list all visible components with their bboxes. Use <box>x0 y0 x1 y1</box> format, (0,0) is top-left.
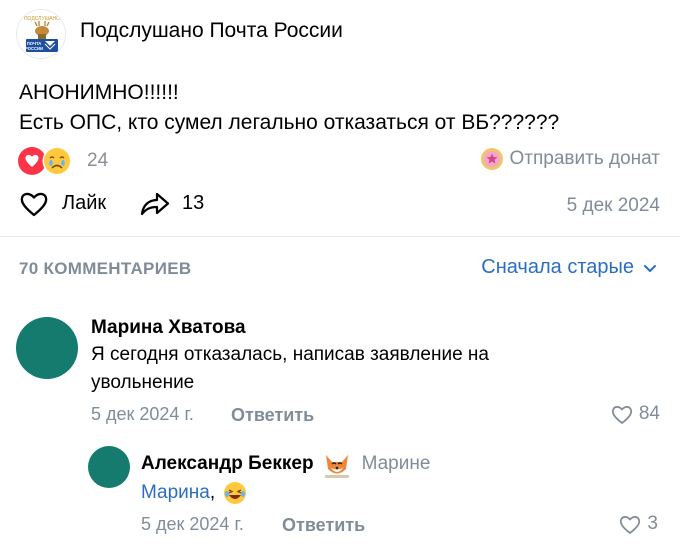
avatar[interactable] <box>88 446 130 488</box>
comment-like-button[interactable]: 3 <box>617 512 658 536</box>
share-button[interactable]: 13 <box>138 188 204 218</box>
crying-emoji-icon <box>42 146 72 176</box>
divider <box>0 236 680 237</box>
comment-text: Марина , <box>141 479 247 507</box>
comment-like-count: 3 <box>647 513 658 534</box>
heart-reaction-icon <box>18 147 46 175</box>
comment-author[interactable]: Александр Беккер <box>141 453 314 475</box>
comment-author[interactable]: Марина Хватова <box>91 317 246 339</box>
comments-count: 70 КОММЕНТАРИЕВ <box>19 259 192 278</box>
chevron-down-icon <box>644 264 656 272</box>
reply-header: Александр Беккер Марине <box>141 449 430 479</box>
donate-label: Отправить донат <box>509 148 661 169</box>
post-text-line: АНОНИМНО!!!!!! <box>19 81 179 104</box>
comment-like-heart-icon <box>611 406 632 424</box>
mention-link[interactable]: Марина <box>141 479 210 507</box>
post-date: 5 дек 2024 <box>566 195 660 216</box>
comment-text-line: Я сегодня отказалась, написав заявление … <box>91 344 489 365</box>
like-button[interactable]: Лайк <box>18 188 106 218</box>
donate-button[interactable]: Отправить донат <box>480 147 661 171</box>
share-arrow-icon <box>140 192 170 216</box>
post-text: АНОНИМНО!!!!!! Есть ОПС, кто сумел легал… <box>19 78 559 138</box>
post-text-line: Есть ОПС, кто сумел легально отказаться … <box>19 111 560 134</box>
group-avatar[interactable]: ПОДСЛУШАНО ПОЧТА РОССИИ <box>16 9 66 59</box>
sort-dropdown[interactable]: Сначала старые <box>481 256 660 279</box>
reactions-icons <box>18 146 72 176</box>
comment-like-button[interactable]: 84 <box>609 402 660 426</box>
comment-text-suffix: , <box>209 482 216 503</box>
donate-coin-icon <box>480 148 503 170</box>
comment-like-count: 84 <box>638 403 660 424</box>
fox-sticker-icon <box>324 455 349 478</box>
group-name[interactable]: Подслушано Почта России <box>80 19 343 43</box>
group-logo-icon: ПОДСЛУШАНО ПОЧТА РОССИИ <box>17 10 65 58</box>
like-label: Лайк <box>62 191 107 214</box>
logo-text-bottom: РОССИИ <box>25 46 43 51</box>
comment-date: 5 дек 2024 г. <box>141 514 244 534</box>
reactions-summary[interactable]: 24 <box>17 146 108 176</box>
like-heart-icon <box>20 192 48 217</box>
share-count: 13 <box>182 191 205 214</box>
avatar[interactable] <box>16 317 78 379</box>
comment-text: Я сегодня отказалась, написав заявление … <box>91 341 489 397</box>
logo-banner: ПОДСЛУШАНО <box>24 16 60 22</box>
reactions-count: 24 <box>87 150 109 171</box>
reply-to-label[interactable]: Марине <box>362 453 431 475</box>
reply-button[interactable]: Ответить <box>282 515 365 536</box>
comment-text-line: увольнение <box>91 372 195 393</box>
laughing-emoji-icon <box>224 482 247 504</box>
sort-label: Сначала старые <box>481 256 634 278</box>
comment-like-heart-icon <box>620 516 641 534</box>
reply-button[interactable]: Ответить <box>231 405 314 426</box>
comment-date: 5 дек 2024 г. <box>91 404 194 424</box>
